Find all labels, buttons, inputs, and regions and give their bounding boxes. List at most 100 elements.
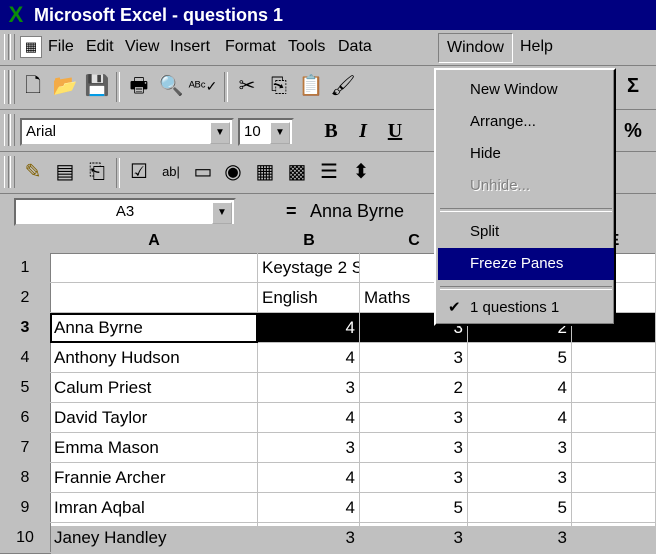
menu-window[interactable]: Window bbox=[438, 33, 513, 63]
menu-item-arrange[interactable]: Arrange... bbox=[438, 106, 614, 138]
cell-b6[interactable]: 4 bbox=[258, 403, 360, 433]
checkbox-tool-icon[interactable]: ☑ bbox=[124, 157, 154, 187]
open-icon[interactable]: 📂 bbox=[50, 71, 80, 101]
menu-data[interactable]: Data bbox=[338, 30, 372, 64]
spinner-icon[interactable]: ⬍ bbox=[346, 157, 376, 187]
column-header-a[interactable]: A bbox=[50, 229, 259, 254]
cell-b4[interactable]: 4 bbox=[258, 343, 360, 373]
cell-c4[interactable]: 3 bbox=[360, 343, 468, 373]
name-box[interactable]: A3 ▼ bbox=[14, 198, 236, 226]
cell-b2[interactable]: English bbox=[258, 283, 360, 313]
cell-d6[interactable]: 4 bbox=[468, 403, 572, 433]
font-name-select[interactable]: Arial ▼ bbox=[20, 118, 234, 146]
combo-dropdown-icon[interactable]: ▩ bbox=[282, 157, 312, 187]
copy-icon[interactable]: ⎘ bbox=[264, 71, 294, 101]
paste-icon[interactable]: 📋 bbox=[296, 71, 326, 101]
italic-button[interactable]: I bbox=[348, 116, 378, 146]
row-header[interactable]: 7 bbox=[0, 433, 51, 464]
cell-b5[interactable]: 3 bbox=[258, 373, 360, 403]
spelling-icon[interactable]: ᴬᴮᶜ✓ bbox=[188, 71, 218, 101]
cell-c10[interactable]: 3 bbox=[360, 523, 468, 553]
column-header-b[interactable]: B bbox=[258, 229, 361, 254]
menu-item-split[interactable]: Split bbox=[438, 216, 614, 248]
row-header[interactable]: 1 bbox=[0, 253, 51, 284]
menu-edit[interactable]: Edit bbox=[86, 30, 114, 64]
cell-e8[interactable] bbox=[572, 463, 656, 493]
menu-item-hide[interactable]: Hide bbox=[438, 138, 614, 170]
row-header[interactable]: 6 bbox=[0, 403, 51, 434]
row-header[interactable]: 5 bbox=[0, 373, 51, 404]
bold-button[interactable]: B bbox=[316, 116, 346, 146]
cell-e4[interactable] bbox=[572, 343, 656, 373]
row-header[interactable]: 8 bbox=[0, 463, 51, 494]
cell-a2[interactable] bbox=[50, 283, 258, 313]
cut-icon[interactable]: ✂ bbox=[232, 71, 262, 101]
cell-a9[interactable]: Imran Aqbal bbox=[50, 493, 258, 523]
combo-list-icon[interactable]: ▦ bbox=[250, 157, 280, 187]
cell-d7[interactable]: 3 bbox=[468, 433, 572, 463]
print-preview-icon[interactable]: 🔍 bbox=[156, 71, 186, 101]
cell-a10[interactable]: Janey Handley bbox=[50, 523, 258, 553]
cell-d8[interactable]: 3 bbox=[468, 463, 572, 493]
button-tool-icon[interactable]: ⎗ bbox=[82, 157, 112, 187]
group-box-icon[interactable]: ▤ bbox=[50, 157, 80, 187]
save-icon[interactable]: 💾 bbox=[82, 71, 112, 101]
row-header[interactable]: 3 bbox=[0, 313, 51, 344]
cell-d5[interactable]: 4 bbox=[468, 373, 572, 403]
cell-a3[interactable]: Anna Byrne bbox=[50, 313, 258, 343]
menu-file[interactable]: File bbox=[48, 30, 74, 64]
row-header[interactable]: 10 bbox=[0, 523, 51, 554]
scroll-bar-icon[interactable]: ☰ bbox=[314, 157, 344, 187]
excel-app-icon[interactable]: X bbox=[4, 4, 28, 26]
cell-c6[interactable]: 3 bbox=[360, 403, 468, 433]
cell-a1[interactable] bbox=[50, 253, 258, 283]
cell-c9[interactable]: 5 bbox=[360, 493, 468, 523]
cell-e10[interactable] bbox=[572, 523, 656, 553]
row-header[interactable]: 4 bbox=[0, 343, 51, 374]
chevron-down-icon[interactable]: ▼ bbox=[210, 122, 230, 144]
menu-item-new-window[interactable]: New Window bbox=[438, 74, 614, 106]
cell-b8[interactable]: 4 bbox=[258, 463, 360, 493]
select-all-corner[interactable] bbox=[0, 229, 51, 254]
row-header[interactable]: 2 bbox=[0, 283, 51, 314]
cell-b3[interactable]: 4 bbox=[258, 313, 360, 343]
cell-e5[interactable] bbox=[572, 373, 656, 403]
menu-help[interactable]: Help bbox=[520, 30, 553, 64]
row-header[interactable]: 9 bbox=[0, 493, 51, 524]
cell-b10[interactable]: 3 bbox=[258, 523, 360, 553]
menu-tools[interactable]: Tools bbox=[288, 30, 325, 64]
cell-a8[interactable]: Frannie Archer bbox=[50, 463, 258, 493]
new-icon[interactable]: 🗋 bbox=[18, 71, 48, 101]
percent-style-button[interactable]: % bbox=[618, 116, 648, 146]
format-painter-icon[interactable]: 🖌 bbox=[328, 71, 358, 101]
list-box-icon[interactable]: ▭ bbox=[188, 157, 218, 187]
label-tool-icon[interactable]: ✎ bbox=[18, 157, 48, 187]
option-button-icon[interactable]: ◉ bbox=[218, 157, 248, 187]
cell-a5[interactable]: Calum Priest bbox=[50, 373, 258, 403]
cell-a4[interactable]: Anthony Hudson bbox=[50, 343, 258, 373]
edit-box-icon[interactable]: ab| bbox=[156, 157, 186, 187]
cell-d10[interactable]: 3 bbox=[468, 523, 572, 553]
cell-c5[interactable]: 2 bbox=[360, 373, 468, 403]
cell-d9[interactable]: 5 bbox=[468, 493, 572, 523]
font-size-select[interactable]: 10 ▼ bbox=[238, 118, 294, 146]
menu-format[interactable]: Format bbox=[225, 30, 276, 64]
menu-insert[interactable]: Insert bbox=[170, 30, 210, 64]
menu-view[interactable]: View bbox=[125, 30, 159, 64]
cell-c8[interactable]: 3 bbox=[360, 463, 468, 493]
chevron-down-icon[interactable]: ▼ bbox=[270, 122, 290, 144]
cell-b9[interactable]: 4 bbox=[258, 493, 360, 523]
cell-b7[interactable]: 3 bbox=[258, 433, 360, 463]
menu-item-window-1[interactable]: ✔ 1 questions 1 bbox=[438, 292, 614, 324]
chevron-down-icon[interactable]: ▼ bbox=[212, 202, 232, 224]
cell-c7[interactable]: 3 bbox=[360, 433, 468, 463]
cell-d4[interactable]: 5 bbox=[468, 343, 572, 373]
print-icon[interactable]: 🖶 bbox=[124, 71, 154, 101]
cell-e6[interactable] bbox=[572, 403, 656, 433]
cell-e7[interactable] bbox=[572, 433, 656, 463]
cell-a7[interactable]: Emma Mason bbox=[50, 433, 258, 463]
cell-b1[interactable]: Keystage 2 SATS bbox=[258, 253, 360, 283]
cell-a6[interactable]: David Taylor bbox=[50, 403, 258, 433]
autosum-button[interactable]: Σ bbox=[618, 71, 648, 101]
underline-button[interactable]: U bbox=[380, 116, 410, 146]
